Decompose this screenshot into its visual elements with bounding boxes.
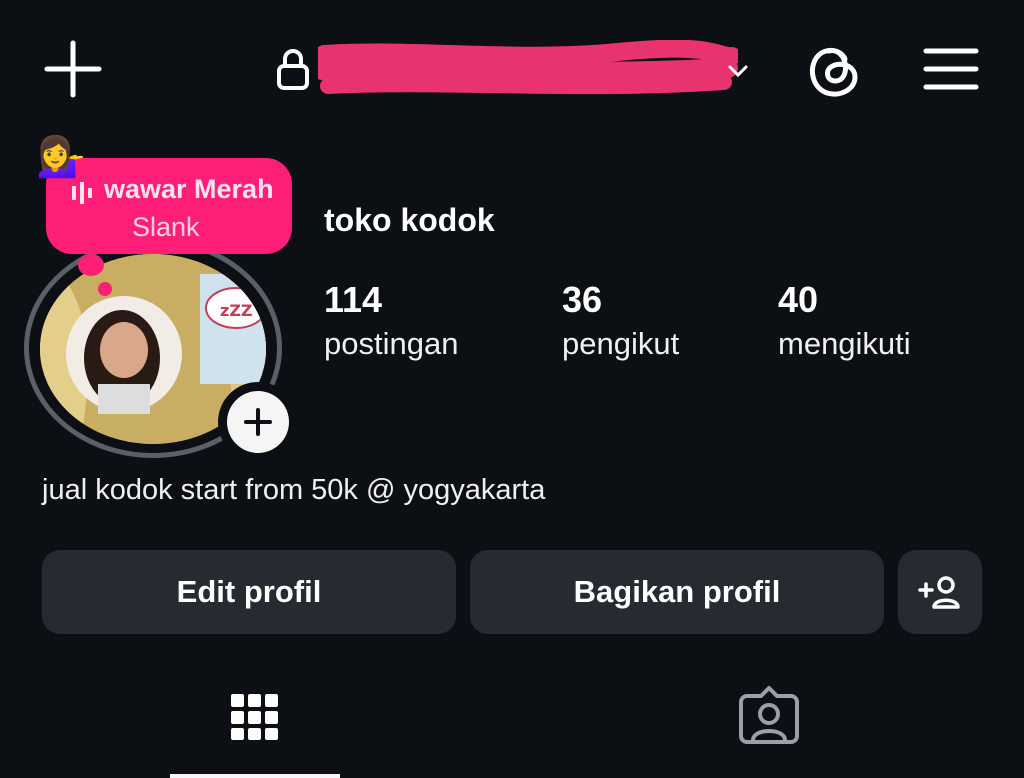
note-tail <box>78 254 104 276</box>
plus-icon <box>244 408 272 436</box>
note-tail-small <box>98 282 112 296</box>
active-tab-indicator <box>170 774 340 778</box>
stat-label: pengikut <box>562 326 680 361</box>
music-bars-icon <box>72 182 92 204</box>
tagged-person-icon <box>739 686 799 744</box>
avatar[interactable]: zZZ <box>22 236 298 462</box>
edit-profile-button[interactable]: Edit profil <box>42 550 456 634</box>
discover-people-button[interactable] <box>898 550 982 634</box>
plus-icon <box>44 40 102 98</box>
hamburger-menu-icon <box>923 48 979 90</box>
redaction-scribble <box>318 40 738 95</box>
tab-posts-grid[interactable] <box>170 680 340 778</box>
tab-tagged[interactable] <box>684 680 854 778</box>
stat-following[interactable]: 40 mengikuti <box>778 278 911 364</box>
lock-icon <box>277 49 309 90</box>
display-name: toko kodok <box>324 202 495 238</box>
stat-value: 36 <box>562 279 603 320</box>
menu-button[interactable] <box>916 36 986 102</box>
note-artist: Slank <box>132 212 200 242</box>
bio: jual kodok start from 50k @ yogyakarta <box>42 474 546 506</box>
stat-label: postingan <box>324 326 459 361</box>
create-button[interactable] <box>40 36 106 102</box>
account-switcher[interactable]: chumeelvyrosi <box>276 40 756 100</box>
add-story-button[interactable] <box>218 382 298 462</box>
note-emoji: 💁‍♀️ <box>36 135 86 179</box>
stat-value: 40 <box>778 279 819 320</box>
note-song-title: wawar Merah <box>104 174 274 204</box>
stat-followers[interactable]: 36 pengikut <box>562 278 679 364</box>
stat-posts[interactable]: 114 postingan <box>324 278 458 364</box>
threads-icon <box>809 48 858 97</box>
svg-text:zZZ: zZZ <box>220 301 253 320</box>
grid-icon <box>231 694 278 740</box>
stat-value: 114 <box>324 279 383 320</box>
share-profile-button[interactable]: Bagikan profil <box>470 550 884 634</box>
add-person-icon <box>918 576 960 609</box>
chevron-down-icon <box>728 65 748 78</box>
threads-button[interactable] <box>800 36 866 102</box>
stat-label: mengikuti <box>778 326 911 361</box>
profile-screen: chumeelvyrosi <box>0 0 1024 778</box>
